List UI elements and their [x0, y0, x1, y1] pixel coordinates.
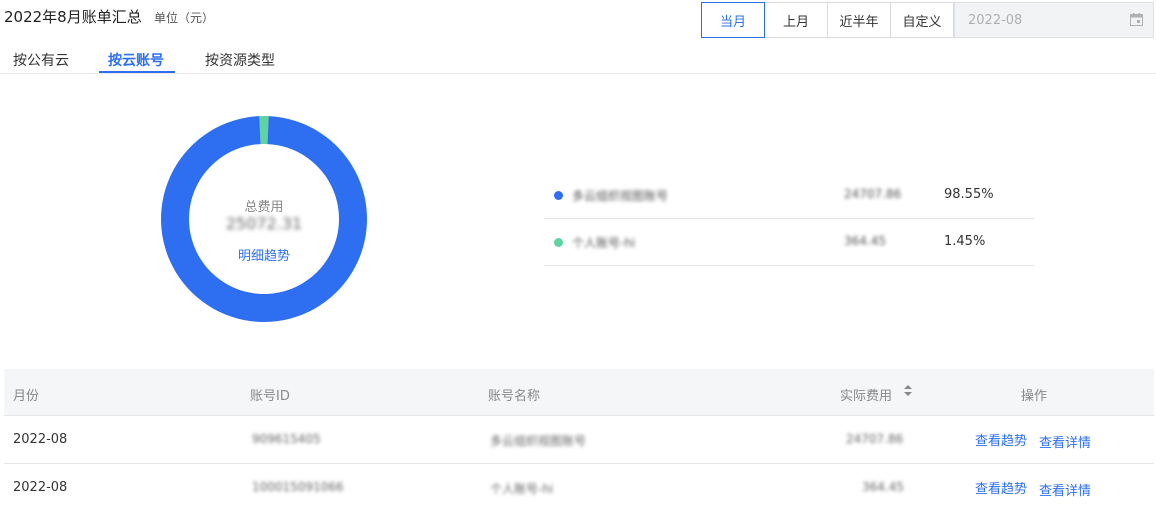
row-account-id: 100015091066 [252, 480, 344, 494]
column-account-id: 账号ID [250, 389, 290, 404]
column-actions: 操作 [1021, 389, 1048, 404]
legend-percent: 1.45% [944, 234, 986, 249]
unit-label: 单位（元） [154, 11, 215, 25]
table-row: 2022-08 909615405 多云组织视图账号 24707.86 查看趋势… [4, 416, 1154, 464]
legend-amount: 364.45 [844, 234, 886, 248]
row-month: 2022-08 [13, 432, 68, 447]
column-account-name: 账号名称 [488, 389, 541, 404]
sort-icon[interactable] [904, 385, 912, 396]
view-trend-link[interactable]: 查看趋势 [975, 478, 1027, 497]
view-tabs: 按公有云 按云账号 按资源类型 [0, 44, 1156, 74]
legend-item: 个人账号-hi 364.45 1.45% [544, 219, 1034, 266]
table-header: 月份 账号ID 账号名称 实际费用 操作 [4, 369, 1154, 416]
billing-table: 月份 账号ID 账号名称 实际费用 操作 2022-08 909615405 多… [4, 369, 1154, 510]
view-trend-link[interactable]: 查看趋势 [975, 430, 1027, 449]
range-custom-button[interactable]: 自定义 [891, 2, 954, 38]
legend-dot [554, 191, 563, 200]
column-actual-cost[interactable]: 实际费用 [840, 385, 892, 404]
view-detail-link[interactable]: 查看详情 [1039, 432, 1091, 451]
active-tab-underline [99, 71, 175, 73]
view-detail-link[interactable]: 查看详情 [1039, 480, 1091, 499]
row-account-id: 909615405 [252, 432, 321, 446]
row-month: 2022-08 [13, 480, 68, 495]
column-month: 月份 [13, 389, 40, 404]
row-actual-cost: 24707.86 [846, 432, 904, 446]
detail-trend-link[interactable]: 明细趋势 [164, 245, 364, 264]
legend-dot [554, 238, 563, 247]
month-picker-value: 2022-08 [968, 12, 1023, 28]
range-current-month-button[interactable]: 当月 [701, 2, 765, 38]
legend-account-name: 个人账号-hi [572, 236, 636, 250]
legend-percent: 98.55% [944, 187, 994, 202]
legend-account-name: 多云组织视图账号 [572, 189, 669, 203]
row-actual-cost: 364.45 [862, 480, 904, 494]
month-picker[interactable]: 2022-08 [954, 2, 1154, 38]
range-last-month-button[interactable]: 上月 [765, 2, 828, 38]
range-half-year-button[interactable]: 近半年 [828, 2, 891, 38]
total-cost-label: 总费用 [244, 200, 284, 215]
legend-amount: 24707.86 [844, 187, 902, 201]
calendar-icon [1130, 13, 1143, 26]
row-account-name: 多云组织视图账号 [490, 434, 587, 448]
page-title: 2022年8月账单汇总 [4, 8, 142, 26]
donut-slice-1[interactable] [259, 115, 269, 145]
tab-by-public-cloud[interactable]: 按公有云 [13, 50, 69, 74]
total-cost-value: 25072.31 [225, 214, 303, 233]
legend-item: 多云组织视图账号 24707.86 98.55% [544, 172, 1034, 219]
tab-by-resource-type[interactable]: 按资源类型 [205, 50, 275, 74]
chart-legend: 多云组织视图账号 24707.86 98.55% 个人账号-hi 364.45 … [544, 172, 1034, 266]
table-row: 2022-08 100015091066 个人账号-hi 364.45 查看趋势… [4, 464, 1154, 510]
date-range-selector: 当月 上月 近半年 自定义 [701, 2, 954, 38]
row-account-name: 个人账号-hi [490, 482, 554, 496]
